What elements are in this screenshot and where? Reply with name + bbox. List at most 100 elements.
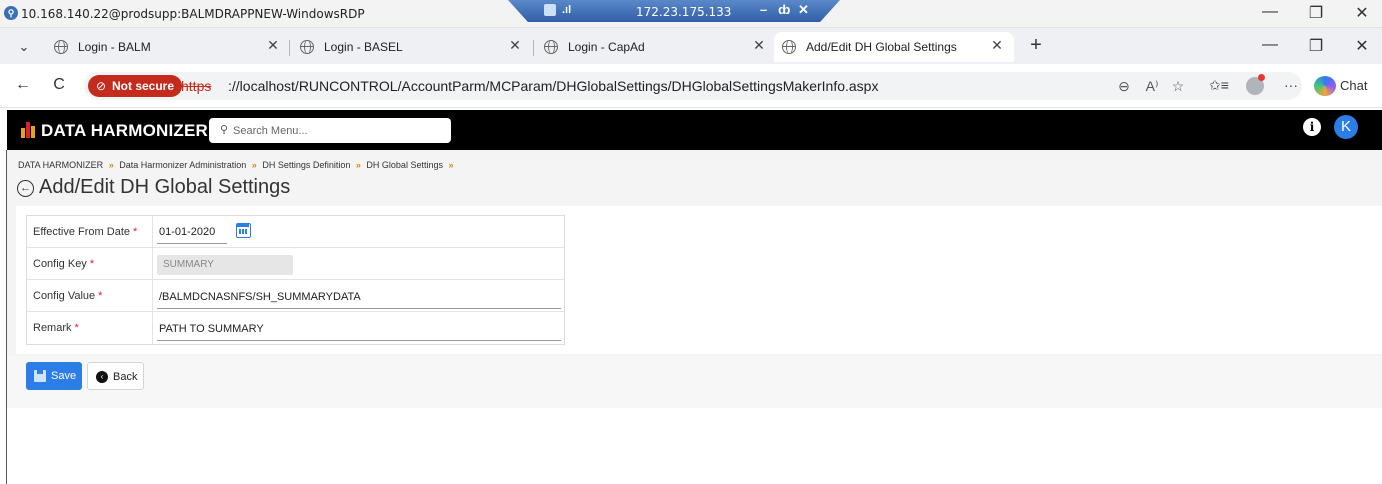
config-value-label: Config Value * xyxy=(33,290,103,302)
required-marker: * xyxy=(74,322,79,334)
tab-separator xyxy=(289,40,290,56)
globe-icon xyxy=(544,40,558,54)
breadcrumb-separator: » xyxy=(251,160,257,170)
more-options-icon[interactable]: ··· xyxy=(1280,77,1302,93)
app-logo-icon xyxy=(21,122,35,138)
search-menu[interactable]: ⚲ xyxy=(209,118,451,143)
config-key-field: SUMMARY xyxy=(157,255,293,275)
tab-close-button[interactable]: ✕ xyxy=(264,37,282,54)
read-aloud-icon[interactable]: A⁾ xyxy=(1142,78,1162,95)
required-marker: * xyxy=(89,258,95,270)
back-arrow-icon[interactable]: ← xyxy=(17,180,34,197)
field-underline xyxy=(157,308,561,309)
remark-field[interactable]: PATH TO SUMMARY xyxy=(159,323,264,335)
rdp-title-bar: ⚲ 10.168.140.22@prodsupp:BALMDRAPPNEW-Wi… xyxy=(0,0,1382,28)
save-button[interactable]: Save xyxy=(26,362,82,390)
rdp-window-title: 10.168.140.22@prodsupp:BALMDRAPPNEW-Wind… xyxy=(21,7,365,21)
form-label-cell: Config Value * xyxy=(27,280,153,312)
config-value-field[interactable]: /BALMDCNASNFS/SH_SUMMARYDATA xyxy=(159,291,361,303)
connection-restore-button[interactable]: ȸ xyxy=(778,2,790,17)
new-tab-button[interactable]: + xyxy=(1026,34,1046,57)
app-name: DATA HARMONIZER xyxy=(41,121,208,140)
required-marker: * xyxy=(133,226,138,238)
not-secure-badge[interactable]: Not secure xyxy=(88,75,183,97)
breadcrumb-item[interactable]: Data Harmonizer Administration xyxy=(119,160,246,170)
form-label-cell: Config Key * xyxy=(27,248,153,280)
refresh-button[interactable]: C xyxy=(48,76,70,94)
url-field[interactable]: Not secure https ://localhost/RUNCONTROL… xyxy=(84,72,1302,100)
config-key-label: Config Key * xyxy=(33,258,95,270)
chat-button[interactable]: Chat xyxy=(1340,78,1367,93)
form-row-config-key: Config Key * SUMMARY xyxy=(27,248,564,280)
remark-label: Remark * xyxy=(33,322,79,334)
calendar-icon[interactable] xyxy=(236,223,251,238)
copilot-icon[interactable] xyxy=(1314,76,1336,96)
connection-minimize-button[interactable]: – xyxy=(760,2,767,17)
user-avatar[interactable]: K xyxy=(1334,115,1358,139)
browser-minimize-button[interactable]: — xyxy=(1250,36,1290,54)
window-edge xyxy=(6,150,7,484)
rdp-close-button[interactable]: ✕ xyxy=(1342,3,1382,23)
browser-restore-button[interactable]: ❐ xyxy=(1296,36,1336,56)
search-icon: ⚲ xyxy=(220,124,229,136)
app-header: DATA HARMONIZER ⚲ i K xyxy=(7,110,1382,150)
globe-icon xyxy=(300,40,314,54)
favorites-icon[interactable]: ✩≡ xyxy=(1208,77,1230,94)
browser-close-button[interactable]: ✕ xyxy=(1342,36,1382,56)
action-bar xyxy=(7,356,1382,408)
search-menu-input[interactable] xyxy=(233,121,443,140)
connection-ip: 172.23.175.133 xyxy=(636,5,732,19)
settings-form: Effective From Date * 01-01-2020 Config K… xyxy=(26,215,565,345)
required-marker: * xyxy=(98,290,103,302)
back-button[interactable]: ‹ Back xyxy=(87,362,144,390)
field-underline xyxy=(157,340,561,341)
form-row-effective-from-date: Effective From Date * 01-01-2020 xyxy=(27,216,564,248)
tab-separator xyxy=(533,40,534,56)
form-row-remark: Remark * PATH TO SUMMARY xyxy=(27,312,564,344)
breadcrumb-item[interactable]: DH Global Settings xyxy=(366,160,443,170)
breadcrumb-item[interactable]: DH Settings Definition xyxy=(262,160,350,170)
connection-close-button[interactable]: ✕ xyxy=(798,2,809,18)
effective-from-date-label: Effective From Date * xyxy=(33,226,138,238)
breadcrumb-item[interactable]: DATA HARMONIZER xyxy=(18,160,103,170)
zoom-icon[interactable]: ⊖ xyxy=(1114,78,1134,95)
notification-dot xyxy=(1258,74,1265,81)
browser-tab-bar: ⌄ Login - BALM ✕ Login - BASEL ✕ Login -… xyxy=(0,28,1382,64)
effective-from-date-field[interactable]: 01-01-2020 xyxy=(159,226,215,238)
tab-login-capad[interactable]: Login - CapAd ✕ xyxy=(536,32,770,62)
tab-close-button[interactable]: ✕ xyxy=(506,37,524,54)
pin-icon[interactable] xyxy=(544,4,556,16)
tab-list-button[interactable]: ⌄ xyxy=(14,37,34,57)
back-circle-icon: ‹ xyxy=(96,371,108,383)
save-button-label: Save xyxy=(51,370,77,382)
rdp-connection-bar[interactable]: .ıl 172.23.175.133 – ȸ ✕ xyxy=(508,0,840,22)
tab-close-button[interactable]: ✕ xyxy=(988,37,1006,54)
tab-login-basel[interactable]: Login - BASEL ✕ xyxy=(292,32,532,62)
back-button-label: Back xyxy=(113,371,138,383)
rdp-minimize-button[interactable]: — xyxy=(1250,3,1290,21)
tab-close-button[interactable]: ✕ xyxy=(750,37,768,54)
rdp-restore-button[interactable]: ❐ xyxy=(1296,3,1336,23)
breadcrumb-separator: » xyxy=(355,160,361,170)
floppy-disk-icon xyxy=(34,370,46,382)
url-path: ://localhost/RUNCONTROL/AccountParm/MCPa… xyxy=(228,78,879,94)
back-button[interactable]: ← xyxy=(12,76,34,94)
breadcrumb-separator: » xyxy=(108,160,114,170)
favorite-star-icon[interactable]: ☆ xyxy=(1168,78,1188,95)
globe-icon xyxy=(54,40,68,54)
tab-add-edit-dh-global-settings[interactable]: Add/Edit DH Global Settings ✕ xyxy=(774,32,1014,62)
tab-label: Login - BASEL xyxy=(324,40,403,54)
form-label-cell: Effective From Date * xyxy=(27,216,153,248)
signal-icon: .ıl xyxy=(562,4,572,16)
form-label-cell: Remark * xyxy=(27,312,153,344)
breadcrumb: DATA HARMONIZER » Data Harmonizer Admini… xyxy=(18,160,457,170)
form-row-config-value: Config Value * /BALMDCNASNFS/SH_SUMMARYDA… xyxy=(27,280,564,312)
page-title: Add/Edit DH Global Settings xyxy=(39,176,291,198)
address-bar: ← C Not secure https ://localhost/RUNCON… xyxy=(0,64,1382,108)
breadcrumb-separator: » xyxy=(448,160,454,170)
tab-login-balm[interactable]: Login - BALM ✕ xyxy=(46,32,286,62)
info-icon[interactable]: i xyxy=(1303,118,1321,136)
field-underline xyxy=(157,243,227,244)
url-scheme: https xyxy=(181,78,212,94)
rdp-app-icon: ⚲ xyxy=(4,6,18,20)
